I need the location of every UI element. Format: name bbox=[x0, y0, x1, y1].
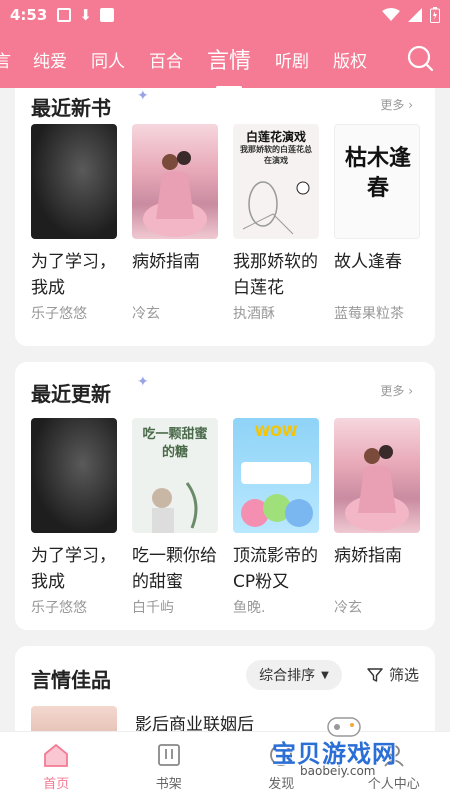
watermark-url: baobeiy.com bbox=[300, 764, 376, 778]
book-item[interactable]: 白莲花演戏 我那娇软的白莲花总在演戏 我那娇软的白莲花 执酒酥 bbox=[233, 124, 319, 323]
book-cover: 白莲花演戏 我那娇软的白莲花总在演戏 bbox=[233, 124, 319, 239]
signal-icon bbox=[408, 8, 422, 22]
section-title: 最近更新 bbox=[31, 382, 111, 406]
book-title: 病娇指南 bbox=[132, 252, 200, 272]
filter-label: 筛选 bbox=[388, 666, 419, 684]
book-cover bbox=[31, 124, 117, 239]
book-cover bbox=[31, 418, 117, 533]
nav-label: 书架 bbox=[155, 776, 182, 792]
book-author: 执酒酥 bbox=[233, 306, 275, 322]
tab-tingju[interactable]: 听剧 bbox=[275, 47, 309, 72]
book-title: 为了学习，我成 bbox=[31, 546, 116, 592]
book-title: 吃一颗你给的甜蜜 bbox=[132, 546, 217, 592]
caret-down-icon: ▼ bbox=[321, 669, 329, 681]
book-author: 白千屿 bbox=[132, 600, 174, 616]
book-author: 冷玄 bbox=[334, 600, 362, 616]
nav-label: 首页 bbox=[43, 776, 70, 792]
sparkle-icon: ✦ bbox=[137, 88, 149, 104]
book-author: 蓝莓果粒茶 bbox=[334, 306, 404, 322]
cover-title: 白莲花演戏 bbox=[245, 130, 306, 144]
cover-subtitle: 我那娇软的白莲花总在演戏 bbox=[240, 145, 312, 165]
battery-icon bbox=[430, 7, 440, 23]
book-cover: 吃一颗甜蜜的糖 bbox=[132, 418, 218, 533]
bookshelf-icon bbox=[157, 743, 180, 766]
book-author: 冷玄 bbox=[132, 306, 160, 322]
recent-new-section: 最近新书 ✦ 更多 › 为了学习，我成 乐子悠悠 病娇指南 冷玄 白莲花演戏 我… bbox=[15, 88, 435, 346]
download-icon: ⬇ bbox=[79, 6, 92, 24]
sort-label: 综合排序 bbox=[259, 668, 316, 684]
book-item[interactable]: 为了学习，我成 乐子悠悠 bbox=[31, 418, 117, 617]
tab-banquan[interactable]: 版权 bbox=[333, 47, 367, 72]
featured-section: 言情佳品 综合排序 ▼ 筛选 影后商业联姻后 bbox=[15, 646, 435, 731]
app-notification-icon bbox=[99, 8, 114, 22]
main-content[interactable]: 最近新书 ✦ 更多 › 为了学习，我成 乐子悠悠 病娇指南 冷玄 白莲花演戏 我… bbox=[0, 88, 450, 731]
tab-yanqing[interactable]: 言情 bbox=[207, 43, 251, 75]
status-time: 4:53 bbox=[10, 6, 48, 24]
cover-title: WOW bbox=[254, 424, 298, 440]
sparkle-icon: ✦ bbox=[137, 374, 149, 390]
more-link[interactable]: 更多 › bbox=[380, 96, 413, 113]
book-title: 为了学习，我成 bbox=[31, 252, 116, 298]
book-title: 顶流影帝的CP粉又 bbox=[233, 546, 318, 592]
book-author: 乐子悠悠 bbox=[31, 306, 87, 322]
nav-bookshelf[interactable]: 书架 bbox=[113, 732, 226, 800]
book-title: 故人逢春 bbox=[334, 252, 402, 272]
book-item[interactable]: 病娇指南 冷玄 bbox=[132, 124, 218, 323]
book-cover: WOW bbox=[233, 418, 319, 533]
cover-title: 吃一颗甜蜜的糖 bbox=[142, 427, 208, 460]
book-author: 鱼晚. bbox=[233, 600, 266, 616]
book-title: 我那娇软的白莲花 bbox=[233, 252, 318, 298]
tab-chunai[interactable]: 纯爱 bbox=[33, 47, 67, 72]
book-item[interactable]: 枯木逢春 故人逢春 蓝莓果粒茶 bbox=[334, 124, 420, 323]
search-icon[interactable] bbox=[406, 44, 434, 72]
category-tabs: 言 纯爱 同人 百合 言情 听剧 版权 bbox=[0, 30, 450, 88]
book-cover bbox=[334, 418, 420, 533]
section-title: 言情佳品 bbox=[31, 668, 111, 692]
tab-baihe[interactable]: 百合 bbox=[149, 47, 183, 72]
book-item[interactable]: WOW 顶流影帝的CP粉又 鱼晚. bbox=[233, 418, 319, 617]
tab-partial[interactable]: 言 bbox=[0, 47, 11, 72]
book-cover[interactable] bbox=[31, 706, 117, 731]
book-item[interactable]: 吃一颗甜蜜的糖 吃一颗你给的甜蜜 白千屿 bbox=[132, 418, 218, 617]
book-cover: 枯木逢春 bbox=[334, 124, 420, 239]
sort-dropdown[interactable]: 综合排序 ▼ bbox=[246, 660, 342, 690]
book-item[interactable]: 病娇指南 冷玄 bbox=[334, 418, 420, 617]
section-title: 最近新书 bbox=[31, 96, 111, 120]
filter-button[interactable]: 筛选 bbox=[367, 664, 419, 685]
more-link[interactable]: 更多 › bbox=[380, 382, 413, 399]
cover-title: 枯木逢春 bbox=[345, 145, 412, 201]
nav-home[interactable]: 首页 bbox=[0, 732, 113, 800]
book-title[interactable]: 影后商业联姻后 bbox=[135, 710, 254, 731]
book-title: 病娇指南 bbox=[334, 546, 402, 566]
book-cover bbox=[132, 124, 218, 239]
home-icon bbox=[44, 743, 69, 767]
tab-tongren[interactable]: 同人 bbox=[91, 47, 125, 72]
image-notification-icon bbox=[57, 8, 72, 22]
watermark: 宝贝游戏网 baobeiy.com bbox=[272, 717, 422, 780]
book-author: 乐子悠悠 bbox=[31, 600, 87, 616]
book-item[interactable]: 为了学习，我成 乐子悠悠 bbox=[31, 124, 117, 323]
wifi-icon bbox=[382, 8, 400, 21]
status-bar: 4:53 ⬇ bbox=[0, 0, 450, 30]
filter-icon bbox=[367, 667, 383, 682]
recent-update-section: 最近更新 ✦ 更多 › 为了学习，我成 乐子悠悠 吃一颗甜蜜的糖 吃一颗你给的甜… bbox=[15, 362, 435, 630]
